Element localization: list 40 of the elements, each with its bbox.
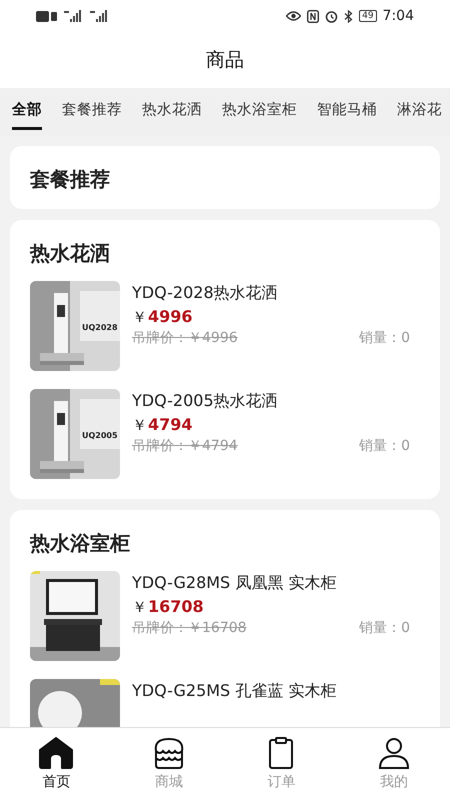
product-price: 16708	[148, 597, 204, 616]
signal-icon	[90, 10, 110, 22]
product-price: 4996	[148, 307, 193, 326]
category-tab[interactable]: 热水花洒	[142, 94, 202, 130]
clock-time: 7:04	[382, 8, 414, 24]
currency-sign: ￥	[132, 416, 147, 435]
nfc-icon	[307, 10, 320, 22]
user-icon	[376, 737, 411, 769]
list-price: 吊牌价：￥4794	[132, 437, 238, 455]
sales-count: 销量：0	[359, 437, 411, 455]
currency-sign: ￥	[132, 598, 147, 617]
image-caption: UQ2028	[82, 323, 118, 332]
image-caption: UQ2005	[82, 431, 118, 440]
section-title: 热水浴室柜	[30, 530, 130, 557]
signal-icon	[64, 10, 84, 22]
product-name[interactable]: YDQ-G25MS 孔雀蓝 实木柜	[132, 681, 336, 702]
home-icon	[39, 737, 74, 769]
product-name[interactable]: YDQ-2005热水花洒	[132, 391, 278, 412]
list-price: 吊牌价：￥16708	[132, 619, 247, 637]
sales-count: 销量：0	[359, 329, 411, 347]
category-tab[interactable]: 淋浴花	[397, 94, 442, 130]
page-title: 商品	[206, 48, 244, 73]
product-price: 4794	[148, 415, 193, 434]
section-title: 热水花洒	[30, 240, 110, 267]
product-name[interactable]: YDQ-G28MS 凤凰黑 实木柜	[132, 573, 336, 594]
bluetooth-icon	[344, 10, 354, 22]
battery-level: 49	[359, 10, 377, 22]
product-name[interactable]: YDQ-2028热水花洒	[132, 283, 278, 304]
alarm-icon	[325, 10, 338, 22]
hd-icon	[36, 10, 58, 22]
category-tab[interactable]: 全部	[12, 94, 42, 130]
category-tab[interactable]: 智能马桶	[317, 94, 377, 130]
currency-sign: ￥	[132, 308, 147, 327]
list-price: 吊牌价：￥4996	[132, 329, 238, 347]
eye-icon	[286, 11, 302, 21]
section-title: 套餐推荐	[30, 166, 110, 193]
nav-tab[interactable]: 首页	[31, 735, 82, 793]
category-tab[interactable]: 套餐推荐	[62, 94, 122, 130]
sales-count: 销量：0	[359, 619, 411, 637]
category-tab[interactable]: 热水浴室柜	[222, 94, 297, 130]
